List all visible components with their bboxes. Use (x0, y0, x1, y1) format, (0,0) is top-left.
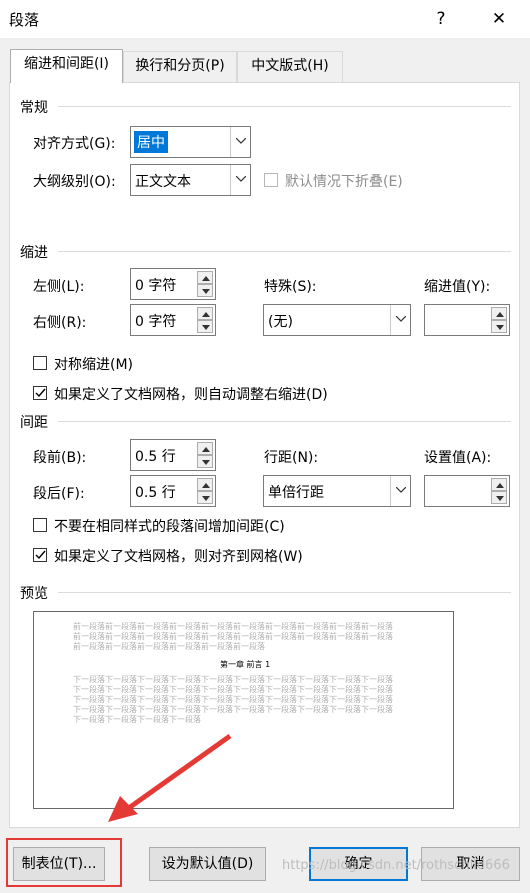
watermark-text: https://blog.csdn.net/rothschild666 (282, 858, 510, 873)
line-spacing-select[interactable]: 单倍行距 (263, 475, 411, 507)
indent-by-label: 缩进值(Y): (424, 279, 491, 295)
spin-up-icon[interactable] (197, 478, 213, 491)
spin-up-icon[interactable] (491, 307, 507, 320)
divider (58, 106, 511, 107)
preview-prev-line: 前一段落前一段落前一段落前一段落前一段落前一段落前一段落前一段落前一段落前一段落 (73, 632, 393, 641)
auto-adjust-indent-checkbox[interactable] (33, 386, 47, 400)
space-after-spinner[interactable]: 0.5 行 (130, 475, 216, 507)
spacing-at-spinner[interactable] (424, 475, 510, 507)
spin-up-icon[interactable] (197, 271, 213, 284)
space-before-label: 段前(B): (33, 450, 87, 466)
spin-down-icon[interactable] (197, 320, 213, 333)
spin-up-icon[interactable] (197, 442, 213, 455)
right-indent-spinner[interactable]: 0 字符 (130, 304, 216, 336)
mirror-indents-label: 对称缩进(M) (54, 357, 134, 373)
close-button[interactable]: ✕ (484, 6, 514, 32)
space-after-label: 段后(F): (33, 486, 85, 502)
space-before-value: 0.5 行 (135, 449, 176, 465)
spin-down-icon[interactable] (197, 491, 213, 504)
annotation-arrow-icon (108, 733, 232, 822)
dialog-title: 段落 (9, 11, 40, 29)
spin-down-icon[interactable] (491, 320, 507, 333)
line-spacing-value: 单倍行距 (268, 485, 324, 501)
collapse-checkbox (264, 173, 278, 187)
special-indent-select[interactable]: (无) (263, 304, 411, 336)
spin-up-icon[interactable] (197, 307, 213, 320)
alignment-select[interactable]: 居中 (130, 126, 251, 158)
line-spacing-label: 行距(N): (264, 450, 319, 466)
collapse-label: 默认情况下折叠(E) (285, 174, 403, 190)
special-indent-value: (无) (268, 314, 293, 330)
spacing-at-label: 设置值(A): (424, 450, 492, 466)
section-indent-title: 缩进 (20, 245, 48, 261)
preview-next-line: 下一段落下一段落下一段落下一段落下一段落下一段落下一段落下一段落下一段落下一段落 (73, 675, 393, 684)
left-indent-spinner[interactable]: 0 字符 (130, 268, 216, 300)
special-indent-label: 特殊(S): (264, 279, 317, 295)
preview-next-line: 下一段落下一段落下一段落下一段落下一段落下一段落下一段落下一段落下一段落下一段落 (73, 705, 393, 714)
section-preview-title: 预览 (20, 586, 48, 602)
spin-down-icon[interactable] (491, 491, 507, 504)
indent-by-spinner[interactable] (424, 304, 510, 336)
chevron-down-icon[interactable] (390, 476, 410, 506)
snap-to-grid-checkbox[interactable] (33, 548, 47, 562)
preview-prev-line: 前一段落前一段落前一段落前一段落前一段落前一段落前一段落前一段落前一段落前一段落 (73, 622, 393, 631)
mirror-indents-checkbox[interactable] (33, 356, 47, 370)
spin-down-icon[interactable] (197, 284, 213, 297)
left-indent-label: 左侧(L): (33, 279, 85, 295)
preview-next-line: 下一段落下一段落下一段落下一段落 (73, 715, 201, 724)
outline-level-select[interactable]: 正文文本 (130, 164, 251, 196)
no-space-same-style-label: 不要在相同样式的段落间增加间距(C) (54, 519, 285, 535)
tab-line-page-breaks[interactable]: 换行和分页(P) (123, 51, 237, 82)
checkmark-icon (35, 388, 46, 398)
space-before-spinner[interactable]: 0.5 行 (130, 439, 216, 471)
chevron-down-icon[interactable] (230, 165, 250, 195)
no-space-same-style-checkbox[interactable] (33, 518, 47, 532)
divider (58, 421, 511, 422)
alignment-label: 对齐方式(G): (33, 136, 116, 152)
preview-prev-line: 前一段落前一段落前一段落前一段落前一段落前一段落 (73, 642, 265, 651)
spin-up-icon[interactable] (491, 478, 507, 491)
right-indent-value: 0 字符 (135, 314, 177, 330)
help-button[interactable]: ? (426, 6, 456, 32)
chevron-down-icon[interactable] (390, 305, 410, 335)
tab-asian-typography[interactable]: 中文版式(H) (237, 51, 343, 82)
section-spacing-title: 间距 (20, 415, 48, 431)
checkmark-icon (35, 550, 46, 560)
divider (58, 592, 511, 593)
space-after-value: 0.5 行 (135, 485, 176, 501)
set-as-default-button[interactable]: 设为默认值(D) (149, 847, 266, 881)
outline-level-value: 正文文本 (135, 174, 191, 190)
section-general-title: 常规 (20, 100, 48, 116)
preview-current-paragraph: 第一章 前言 1 (220, 660, 271, 669)
snap-to-grid-label: 如果定义了文档网格，则对齐到网格(W) (54, 549, 303, 565)
alignment-value: 居中 (134, 131, 168, 153)
preview-next-line: 下一段落下一段落下一段落下一段落下一段落下一段落下一段落下一段落下一段落下一段落 (73, 685, 393, 694)
right-indent-label: 右侧(R): (33, 315, 87, 331)
left-indent-value: 0 字符 (135, 278, 177, 294)
tab-indent-spacing[interactable]: 缩进和间距(I) (10, 49, 123, 83)
divider (58, 251, 511, 252)
paragraph-preview: 前一段落前一段落前一段落前一段落前一段落前一段落前一段落前一段落前一段落前一段落… (33, 611, 454, 809)
outline-level-label: 大纲级别(O): (33, 174, 116, 190)
preview-next-line: 下一段落下一段落下一段落下一段落下一段落下一段落下一段落下一段落下一段落下一段落 (73, 695, 393, 704)
annotation-highlight-box (6, 838, 122, 887)
spin-down-icon[interactable] (197, 455, 213, 468)
auto-adjust-indent-label: 如果定义了文档网格，则自动调整右缩进(D) (54, 387, 328, 403)
chevron-down-icon[interactable] (230, 127, 250, 157)
